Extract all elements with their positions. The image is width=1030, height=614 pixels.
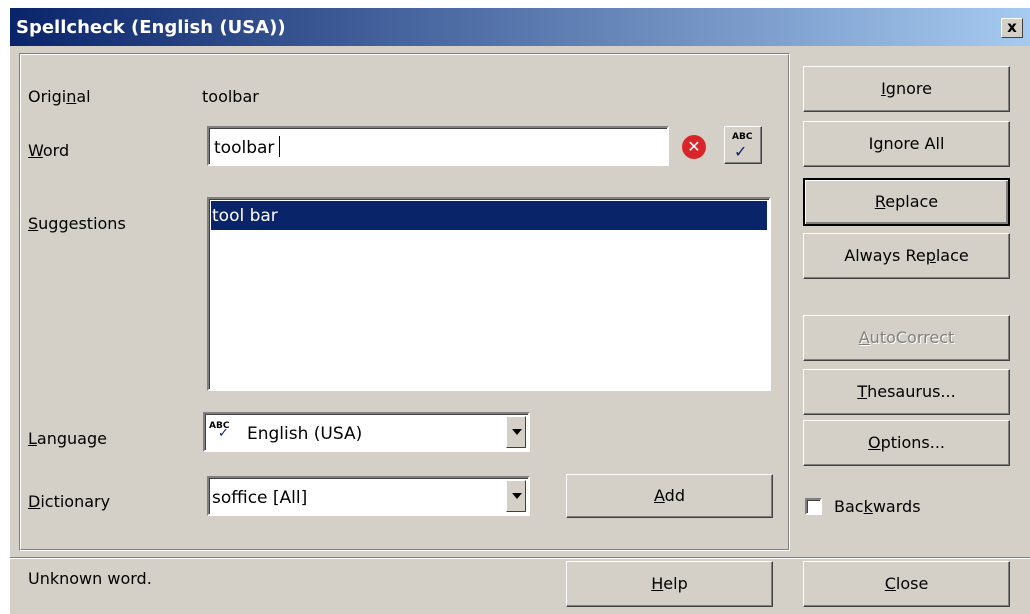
dictionary-select[interactable]: soffice [All] xyxy=(207,476,530,516)
word-label: Word xyxy=(28,141,70,160)
language-value: English (USA) xyxy=(247,424,363,444)
spellcheck-abc-icon: ABC xyxy=(732,132,753,142)
word-input[interactable]: toolbar xyxy=(207,126,669,166)
language-label: Language xyxy=(28,429,107,448)
ignore-all-button[interactable]: Ignore All xyxy=(803,121,1010,167)
undo-error-icon[interactable]: ✕ xyxy=(682,135,706,159)
always-replace-button[interactable]: Always Replace xyxy=(803,233,1010,279)
word-input-text: toolbar xyxy=(214,138,275,158)
ignore-button[interactable]: Ignore xyxy=(803,66,1010,112)
original-label: Original xyxy=(28,87,91,106)
suggestions-list[interactable]: tool bar xyxy=(207,197,771,391)
add-button[interactable]: Add xyxy=(566,474,773,518)
original-word: toolbar xyxy=(202,87,259,106)
autocorrect-button: AutoCorrect xyxy=(803,315,1010,361)
close-icon: x xyxy=(1007,18,1017,36)
thesaurus-button[interactable]: Thesaurus... xyxy=(803,369,1010,415)
language-select[interactable]: ABC ✓ English (USA) xyxy=(203,412,530,452)
dialog-title: Spellcheck (English (USA)) xyxy=(16,17,286,38)
backwards-label[interactable]: Backwards xyxy=(834,497,921,516)
suggestion-item[interactable]: tool bar xyxy=(211,201,767,230)
dictionary-value: soffice [All] xyxy=(212,488,308,508)
help-button[interactable]: Help xyxy=(566,561,773,607)
spellcheck-dialog: Spellcheck (English (USA)) x Original to… xyxy=(9,7,1030,614)
text-cursor xyxy=(279,136,280,157)
close-button[interactable]: Close xyxy=(803,561,1010,607)
separator xyxy=(10,557,1030,559)
backwards-checkbox[interactable] xyxy=(805,498,822,515)
title-bar[interactable]: Spellcheck (English (USA)) x xyxy=(10,8,1030,46)
spell-check-button[interactable]: ABC ✓ xyxy=(724,126,762,164)
language-dropdown-arrow[interactable] xyxy=(506,416,526,448)
dictionary-dropdown-arrow[interactable] xyxy=(506,480,526,512)
options-button[interactable]: Options... xyxy=(803,420,1010,466)
window-close-button[interactable]: x xyxy=(1001,18,1023,38)
dictionary-label: Dictionary xyxy=(28,492,111,511)
status-text: Unknown word. xyxy=(28,569,152,588)
replace-button[interactable]: Replace xyxy=(803,178,1010,226)
suggestions-label: Suggestions xyxy=(28,214,126,233)
